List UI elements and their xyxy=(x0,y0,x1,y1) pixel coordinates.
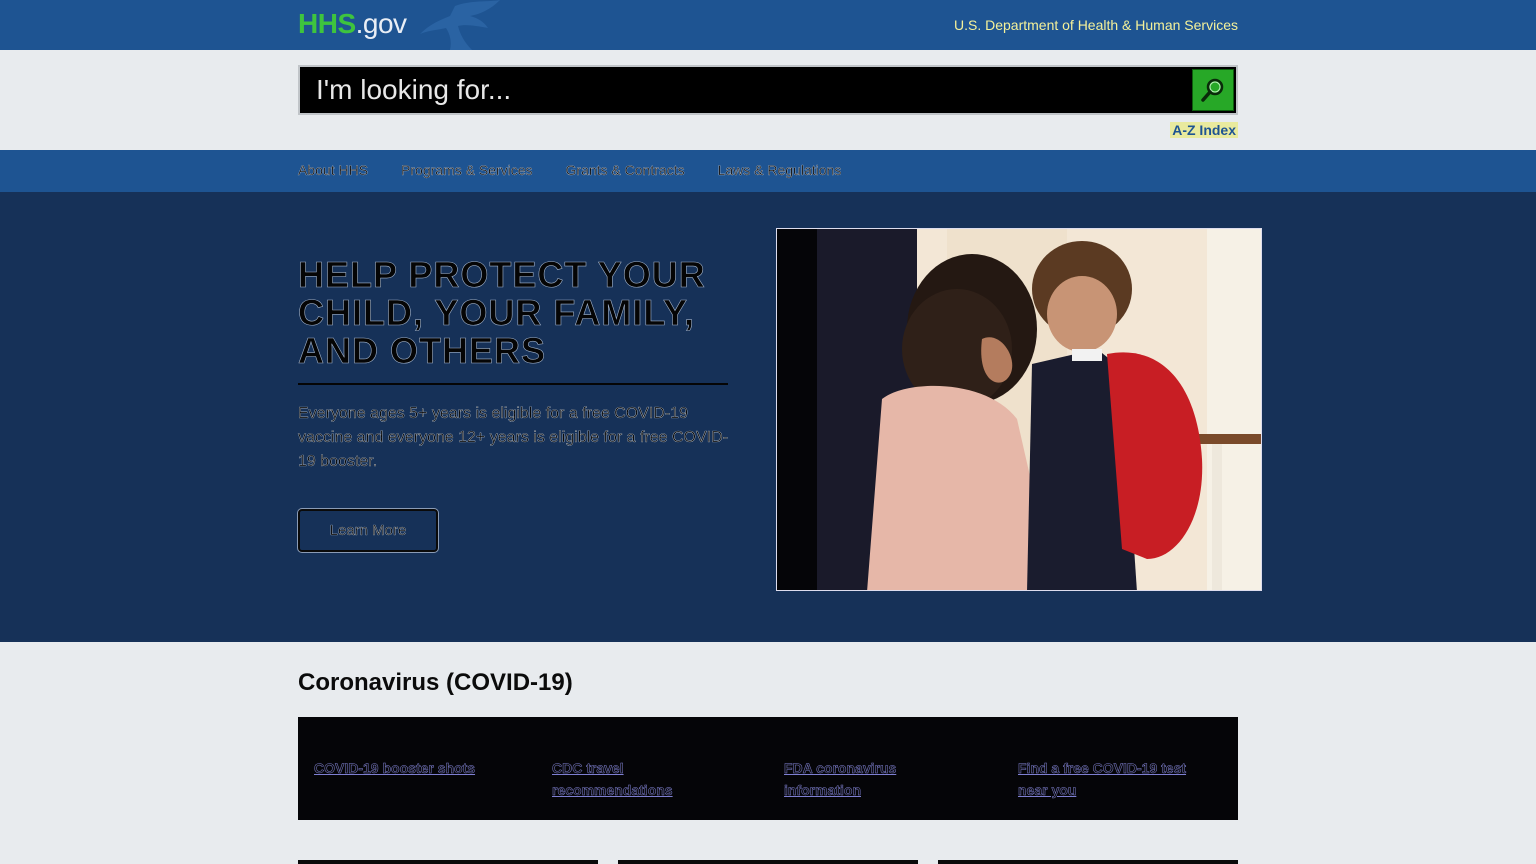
card-row xyxy=(298,860,1238,864)
search-icon xyxy=(1201,78,1224,102)
hero-divider xyxy=(298,383,728,385)
hero-photo xyxy=(776,228,1262,591)
nav-item-programs-services[interactable]: Programs & Services xyxy=(401,162,533,178)
site-header: HHS.gov U.S. Department of Health & Huma… xyxy=(0,0,1536,50)
covid-link-booster[interactable]: COVID-19 booster shots xyxy=(314,757,514,779)
search-form xyxy=(298,65,1238,115)
nav-item-about-hhs[interactable]: About HHS xyxy=(298,162,368,178)
nav-item-laws-regulations[interactable]: Laws & Regulations xyxy=(717,162,841,178)
learn-more-button[interactable]: Learn More xyxy=(298,509,438,552)
hero-body: Everyone ages 5+ years is eligible for a… xyxy=(298,405,728,470)
hero-title: HELP PROTECT YOUR CHILD, YOUR FAMILY, AN… xyxy=(298,254,706,371)
card-top-edge xyxy=(938,860,1238,864)
covid-section-title: Coronavirus (COVID-19) xyxy=(298,669,573,696)
covid-link-travel[interactable]: CDC travel recommendations xyxy=(552,757,722,801)
az-index-link[interactable]: A-Z Index xyxy=(1170,122,1238,138)
search-button[interactable] xyxy=(1192,69,1234,111)
nav-item-grants-contracts[interactable]: Grants & Contracts xyxy=(565,162,684,178)
mother-child-photo xyxy=(777,229,1261,590)
department-name: U.S. Department of Health & Human Servic… xyxy=(953,17,1238,33)
covid-link-test[interactable]: Find a free COVID-19 test near you xyxy=(1018,757,1218,801)
card-top-edge xyxy=(298,860,598,864)
covid-link-fda[interactable]: FDA coronavirus information xyxy=(784,757,944,801)
eagle-watermark-icon xyxy=(420,0,500,50)
main-nav: About HHS Programs & Services Grants & C… xyxy=(0,150,1536,192)
logo-main-text: HHS xyxy=(298,8,356,39)
search-input[interactable] xyxy=(300,67,1190,113)
card-top-edge xyxy=(618,860,918,864)
covid-links-panel: COVID-19 booster shots CDC travel recomm… xyxy=(298,717,1238,820)
logo-suffix-text: .gov xyxy=(355,8,407,39)
hhs-logo[interactable]: HHS.gov xyxy=(298,8,407,40)
hero-banner: HELP PROTECT YOUR CHILD, YOUR FAMILY, AN… xyxy=(0,192,1536,642)
